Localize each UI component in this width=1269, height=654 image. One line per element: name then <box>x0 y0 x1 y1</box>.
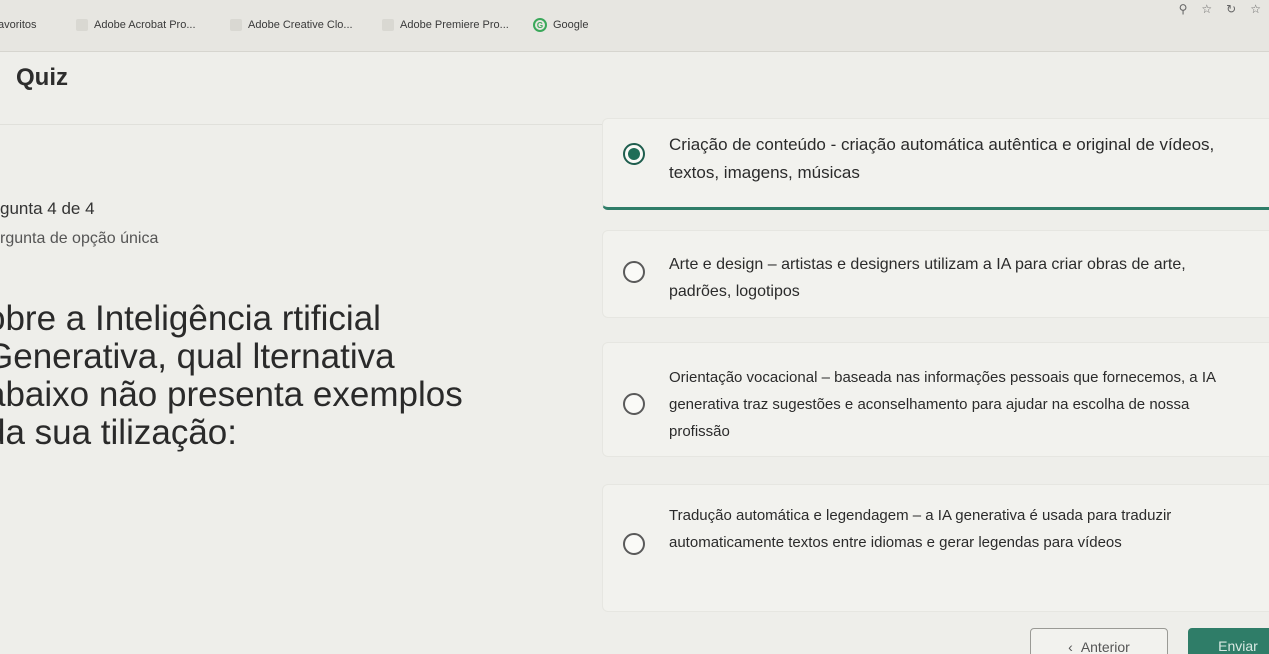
google-icon: G <box>533 18 547 32</box>
question-type: rgunta de opção única <box>0 230 159 247</box>
creative-cloud-icon <box>230 19 242 31</box>
zoom-icon[interactable]: ⚲ <box>1179 2 1188 18</box>
radio-icon[interactable] <box>623 533 645 555</box>
option-1[interactable]: Criação de conteúdo - criação automática… <box>602 118 1269 210</box>
bookmark-label: Google <box>553 19 589 31</box>
send-button[interactable]: Enviar <box>1188 628 1269 654</box>
option-label: Orientação vocacional – baseada nas info… <box>669 369 1216 440</box>
bookmarks-bar: avoritos Adobe Acrobat Pro... Adobe Crea… <box>0 0 1269 52</box>
previous-button[interactable]: ‹ Anterior <box>1030 628 1168 654</box>
radio-icon[interactable] <box>623 261 645 283</box>
radio-icon[interactable] <box>623 393 645 415</box>
chevron-left-icon: ‹ <box>1068 639 1073 654</box>
bookmark-icon[interactable]: ☆ <box>1250 2 1261 18</box>
radio-selected-icon[interactable] <box>623 143 645 165</box>
bookmark-label: Adobe Premiere Pro... <box>400 19 509 31</box>
option-2[interactable]: Arte e design – artistas e designers uti… <box>602 230 1269 318</box>
bookmark-acrobat[interactable]: Adobe Acrobat Pro... <box>76 16 196 34</box>
question-counter: gunta 4 de 4 <box>0 199 95 218</box>
previous-button-label: Anterior <box>1080 639 1130 654</box>
bookmark-label: avoritos <box>0 19 37 31</box>
acrobat-icon <box>76 19 88 31</box>
option-label: Criação de conteúdo - criação automática… <box>669 135 1215 182</box>
star-icon[interactable]: ☆ <box>1201 2 1212 18</box>
bookmark-favorites[interactable]: avoritos <box>0 16 37 34</box>
question-text: obre a Inteligência rtificial Generativa… <box>0 299 463 452</box>
refresh-icon[interactable]: ↻ <box>1226 2 1236 18</box>
bookmark-creative-cloud[interactable]: Adobe Creative Clo... <box>230 16 353 34</box>
bookmark-google[interactable]: G Google <box>533 16 588 34</box>
browser-toolbar-icons: ⚲ ☆ ↻ ☆ <box>1179 2 1261 18</box>
send-button-label: Enviar <box>1218 638 1258 654</box>
premiere-icon <box>382 19 394 31</box>
option-4[interactable]: Tradução automática e legendagem – a IA … <box>602 484 1269 612</box>
bookmark-premiere[interactable]: Adobe Premiere Pro... <box>382 16 509 34</box>
option-3[interactable]: Orientação vocacional – baseada nas info… <box>602 342 1269 457</box>
option-label: Arte e design – artistas e designers uti… <box>669 256 1186 300</box>
bookmark-label: Adobe Creative Clo... <box>248 19 353 31</box>
option-label: Tradução automática e legendagem – a IA … <box>669 507 1172 551</box>
bookmark-label: Adobe Acrobat Pro... <box>94 19 196 31</box>
page-title: Quiz <box>16 64 68 91</box>
